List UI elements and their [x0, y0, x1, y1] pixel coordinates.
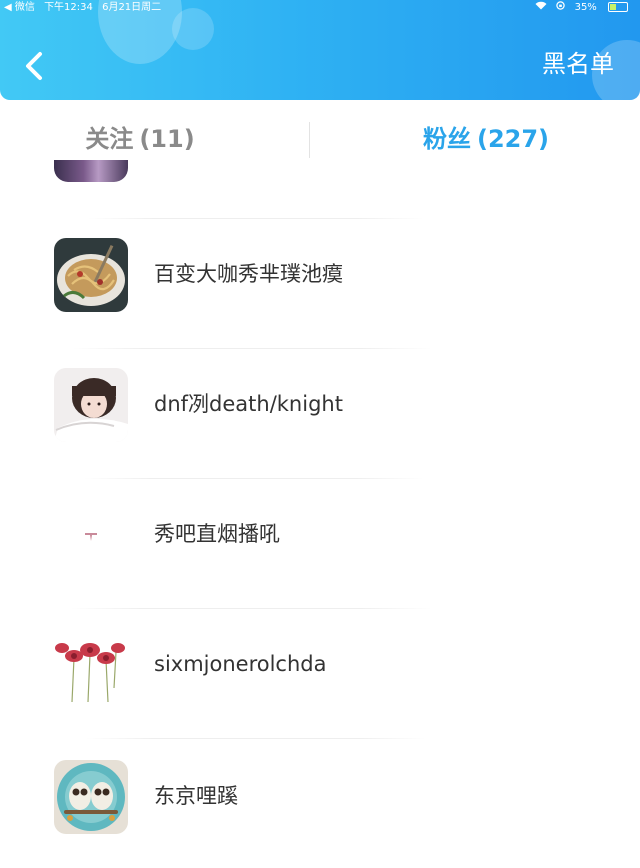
tab-following-label: 关注 [85, 125, 134, 153]
back-to-app-label[interactable]: ◀ 微信 [4, 2, 35, 13]
list-item[interactable]: 东京哩蹊 [0, 738, 640, 868]
tab-fans-count: (227) [476, 125, 550, 153]
battery-icon [608, 2, 628, 12]
user-name: 东京哩蹊 [154, 784, 238, 808]
status-date: 6月21日周二 [102, 2, 162, 13]
rotation-lock-icon [556, 1, 568, 13]
noodle-bowl-photo [54, 238, 128, 312]
tab-fans[interactable]: 粉丝 (227) [386, 118, 586, 160]
avatar[interactable] [54, 160, 128, 182]
list-item[interactable]: dnf冽death/knight [0, 348, 640, 478]
avatar [54, 498, 128, 572]
user-name: sixmjonerolchda [154, 652, 327, 676]
girl-portrait-photo [54, 368, 128, 442]
tab-divider [309, 122, 310, 158]
list-item[interactable]: 百变大咖秀芈璞池瘼 [0, 218, 640, 348]
red-flowers-drawing [54, 628, 128, 702]
blacklist-button[interactable]: 黑名单 [542, 48, 614, 80]
back-button[interactable] [20, 46, 50, 86]
avatar [54, 760, 128, 834]
top-header: ◀ 微信 下午12:34 6月21日周二 35% 黑名单 [0, 0, 640, 100]
avatar [54, 628, 128, 702]
list-item[interactable]: sixmjonerolchda [0, 608, 640, 738]
avatar [54, 238, 128, 312]
wifi-icon [535, 1, 550, 13]
tab-fans-label: 粉丝 [422, 125, 471, 153]
tab-bar: 关注 (11) 粉丝 (227) [0, 118, 640, 160]
user-name: 秀吧直烟播吼 [154, 522, 280, 546]
status-bar: ◀ 微信 下午12:34 6月21日周二 35% [0, 0, 640, 16]
list-item[interactable]: 秀吧直烟播吼 [0, 478, 640, 608]
avatar [54, 368, 128, 442]
tab-following-count: (11) [139, 125, 195, 153]
user-name: dnf冽death/knight [154, 392, 343, 416]
tab-following[interactable]: 关注 (11) [40, 118, 240, 160]
battery-percent: 35% [574, 2, 597, 13]
owl-cookies-photo [54, 760, 128, 834]
small-pink-mark [54, 498, 128, 572]
user-name: 百变大咖秀芈璞池瘼 [154, 262, 343, 286]
status-time: 下午12:34 [44, 2, 93, 13]
chevron-left-icon [26, 52, 42, 80]
